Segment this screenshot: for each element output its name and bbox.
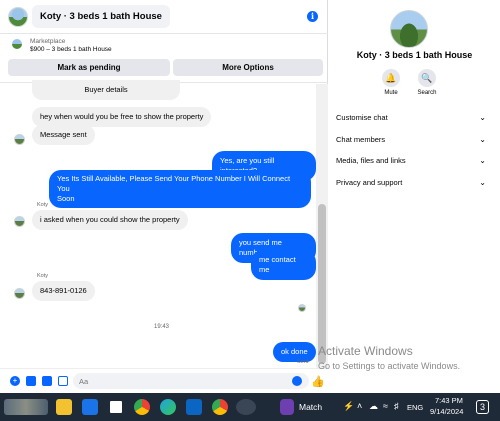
message-bubble: ok done bbox=[273, 342, 316, 362]
people-icon[interactable]: ⚡ bbox=[343, 401, 354, 412]
message-input[interactable] bbox=[73, 373, 309, 389]
details-panel: Koty · 3 beds 1 bath House 🔔 Mute 🔍 Sear… bbox=[329, 0, 500, 393]
store-icon[interactable] bbox=[108, 399, 124, 415]
sender-name: Koty bbox=[37, 202, 49, 208]
row-label: Privacy and support bbox=[336, 178, 403, 187]
cloud-icon[interactable]: ☁ bbox=[369, 401, 378, 412]
thumbs-up-icon[interactable]: 👍 bbox=[311, 375, 325, 388]
chrome-icon[interactable] bbox=[212, 399, 228, 415]
chrome-icon[interactable] bbox=[134, 399, 150, 415]
chat-pane: Koty · 3 beds 1 bath House i Marketplace… bbox=[0, 0, 328, 393]
message-bubble: i asked when you could show the property bbox=[32, 210, 188, 230]
composer: + 👍 bbox=[0, 368, 328, 393]
chat-members-row[interactable]: Chat members ⌄ bbox=[336, 135, 486, 144]
sender-avatar bbox=[14, 216, 25, 227]
row-label: Chat members bbox=[336, 135, 386, 144]
seen-avatar bbox=[298, 304, 306, 312]
volume-icon[interactable]: ♯ bbox=[394, 401, 399, 411]
profile-name: Koty · 3 beds 1 bath House bbox=[356, 50, 473, 60]
chat-scrollbar[interactable] bbox=[316, 84, 328, 368]
notification-badge[interactable]: 3 bbox=[476, 400, 490, 414]
listing-price-title[interactable]: $900 – 3 beds 1 bath House bbox=[30, 46, 112, 53]
mark-pending-button[interactable]: Mark as pending bbox=[8, 59, 170, 76]
app-icon[interactable] bbox=[186, 399, 202, 415]
sender-name: Koty bbox=[37, 273, 49, 279]
profile-avatar[interactable] bbox=[390, 10, 428, 48]
info-icon[interactable]: i bbox=[307, 11, 318, 22]
chevron-down-icon: ⌄ bbox=[479, 178, 486, 187]
taskbar: Match ⚡ ˄ ☁ ≈ ♯ ENG 7:43 PM 9/14/2024 3 bbox=[0, 393, 500, 421]
clock-date[interactable]: 9/14/2024 bbox=[430, 407, 463, 416]
widgets-icon[interactable] bbox=[4, 399, 48, 415]
sports-icon[interactable] bbox=[280, 399, 294, 415]
sender-avatar bbox=[14, 134, 25, 145]
more-options-button[interactable]: More Options bbox=[173, 59, 323, 76]
chat-header: Koty · 3 beds 1 bath House i bbox=[0, 0, 328, 34]
message-bubble: 843-891-0126 bbox=[32, 281, 95, 301]
language-indicator[interactable]: ENG bbox=[407, 403, 423, 412]
chevron-up-icon[interactable]: ˄ bbox=[357, 401, 362, 411]
chat-avatar[interactable] bbox=[8, 6, 28, 27]
message-list: Buyer details hey when would you be free… bbox=[0, 80, 316, 368]
activation-watermark-text: Go to Settings to activate Windows. bbox=[318, 361, 461, 371]
mail-icon[interactable] bbox=[82, 399, 98, 415]
wifi-icon[interactable]: ≈ bbox=[383, 401, 388, 411]
media-files-row[interactable]: Media, files and links ⌄ bbox=[336, 156, 486, 165]
message-timestamp: 19:43 bbox=[154, 324, 170, 330]
privacy-support-row[interactable]: Privacy and support ⌄ bbox=[336, 178, 486, 187]
message-bubble: Message sent bbox=[32, 125, 95, 145]
match-label[interactable]: Match bbox=[299, 402, 322, 412]
gif-icon[interactable] bbox=[58, 376, 68, 386]
message-bubble: hey when would you be free to show the p… bbox=[32, 107, 212, 127]
chevron-down-icon: ⌄ bbox=[479, 113, 486, 122]
clock-time[interactable]: 7:43 PM bbox=[435, 396, 463, 405]
activation-watermark-title: Activate Windows bbox=[318, 344, 413, 358]
mute-label: Mute bbox=[384, 90, 398, 96]
chevron-down-icon: ⌄ bbox=[479, 135, 486, 144]
search-icon[interactable]: 🔍 bbox=[418, 69, 436, 87]
buyer-details-button[interactable]: Buyer details bbox=[32, 80, 180, 100]
row-label: Media, files and links bbox=[336, 156, 406, 165]
sticker-icon[interactable] bbox=[42, 376, 52, 386]
message-line: Yes Its Still Available, Please Send You… bbox=[57, 174, 291, 193]
listing-thumbnail bbox=[12, 39, 22, 49]
chevron-down-icon: ⌄ bbox=[479, 156, 486, 165]
sent-status: Sent bbox=[297, 359, 309, 365]
image-icon[interactable] bbox=[26, 376, 36, 386]
sender-avatar bbox=[14, 288, 25, 299]
plus-icon[interactable]: + bbox=[10, 376, 20, 386]
edge-icon[interactable] bbox=[160, 399, 176, 415]
customise-chat-row[interactable]: Customise chat ⌄ bbox=[336, 113, 486, 122]
message-bubble: Yes Its Still Available, Please Send You… bbox=[49, 170, 311, 208]
message-line: Soon bbox=[57, 194, 75, 203]
file-explorer-icon[interactable] bbox=[56, 399, 72, 415]
emoji-icon[interactable] bbox=[292, 376, 302, 386]
row-label: Customise chat bbox=[336, 113, 388, 122]
listing-card: Marketplace $900 – 3 beds 1 bath House M… bbox=[0, 35, 328, 83]
chat-title[interactable]: Koty · 3 beds 1 bath House bbox=[32, 5, 170, 28]
search-label: Search bbox=[417, 90, 437, 96]
listing-source: Marketplace bbox=[30, 38, 66, 45]
chrome-active-icon[interactable] bbox=[236, 399, 256, 415]
scrollbar-thumb[interactable] bbox=[318, 204, 326, 364]
message-bubble: me contact me bbox=[251, 250, 316, 280]
bell-icon[interactable]: 🔔 bbox=[382, 69, 400, 87]
